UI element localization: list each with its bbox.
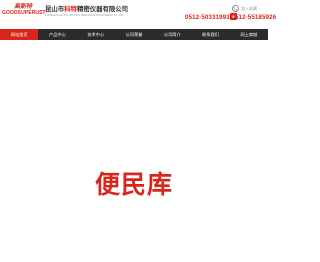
nav-item-home[interactable]: 网站首页 (0, 29, 39, 40)
company-english-name: KUNSHAN GOODS TESTING PRECISION INSTRUME… (45, 14, 124, 17)
company-name-suffix: 精密仪器有限公司 (76, 6, 129, 13)
nav-item-products[interactable]: 产品中心 (38, 29, 76, 40)
company-name: 昆山市科特精密仪器有限公司 (45, 6, 128, 14)
logo-english-text: GOODSUPERUST (2, 10, 46, 16)
add-favorite-link[interactable]: 加入收藏 (241, 6, 257, 11)
logo-chinese-text: 高斯特 (13, 3, 32, 10)
site-header: 高斯特 GOODSUPERUST 昆山市科特精密仪器有限公司 KUNSHAN G… (0, 0, 276, 29)
main-navigation: 网站首页 产品中心 技术中心 公司荣誉 公司简介 联系我们 网上商城 (0, 29, 268, 40)
nav-item-about[interactable]: 公司简介 (153, 29, 191, 40)
banner-area (0, 40, 268, 190)
company-name-prefix: 昆山市 (45, 6, 65, 13)
nav-item-contact[interactable]: 联系我们 (191, 29, 229, 40)
hotline-number: 0512-50331993/0512-55185926 (185, 14, 277, 21)
phone-icon (232, 5, 239, 12)
company-name-brand: 科特 (64, 6, 77, 13)
company-name-block: 昆山市科特精密仪器有限公司 KUNSHAN GOODS TESTING PREC… (45, 6, 128, 20)
nav-item-technology[interactable]: 技术中心 (77, 29, 115, 40)
nav-item-honors[interactable]: 公司荣誉 (115, 29, 153, 40)
site-logo[interactable]: 高斯特 GOODSUPERUST (2, 3, 46, 20)
watermark-text: 便民库 (94, 170, 173, 199)
nav-item-shop[interactable]: 网上商城 (230, 29, 268, 40)
